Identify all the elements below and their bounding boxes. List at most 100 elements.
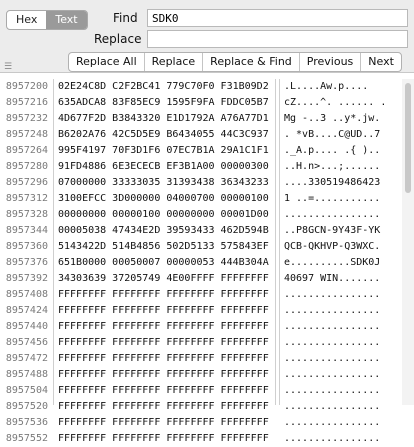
hex-row[interactable]: 895729607000000 33333035 31393438 363432…	[0, 175, 414, 191]
vertical-scrollbar[interactable]	[402, 79, 414, 405]
hex-row[interactable]: 8957504 FFFFFFFF FFFFFFFF FFFFFFFF FFFFFF…	[0, 383, 414, 399]
row-hex-bytes[interactable]: FFFFFFFF FFFFFFFF FFFFFFFF FFFFFFFF	[58, 351, 269, 367]
row-text[interactable]: ................	[284, 303, 380, 319]
row-hex-bytes[interactable]: FFFFFFFF FFFFFFFF FFFFFFFF FFFFFFFF	[58, 431, 269, 447]
row-hex-bytes[interactable]: 635ADCA8 83F85EC9 1595F9FA FDDC05B7	[58, 95, 269, 111]
row-offset: 8957456	[0, 335, 48, 351]
hex-grid[interactable]: 8957200 02E24C8D C2F2BC41 779C70F0 F31B09…	[0, 79, 414, 447]
row-hex-bytes[interactable]: FFFFFFFF FFFFFFFF FFFFFFFF FFFFFFFF	[58, 303, 269, 319]
previous-button[interactable]: Previous	[300, 53, 362, 71]
hex-row[interactable]: 8957424 FFFFFFFF FFFFFFFF FFFFFFFF FFFFFF…	[0, 303, 414, 319]
row-hex-bytes[interactable]: FFFFFFFF FFFFFFFF FFFFFFFF FFFFFFFF	[58, 383, 269, 399]
hex-row[interactable]: 8957472 FFFFFFFF FFFFFFFF FFFFFFFF FFFFFF…	[0, 351, 414, 367]
hex-row[interactable]: 8957200 02E24C8D C2F2BC41 779C70F0 F31B09…	[0, 79, 414, 95]
row-text[interactable]: ................	[284, 415, 380, 431]
row-hex-bytes[interactable]: 4D677F2D B3843320 E1D1792A A76A77D1	[58, 111, 269, 127]
panel-grip-icon[interactable]: ☰	[4, 62, 12, 72]
replace-field[interactable]	[147, 30, 408, 48]
row-offset: 8957520	[0, 399, 48, 415]
row-hex-bytes[interactable]: 00000000 00000100 00000000 00001D00	[58, 207, 269, 223]
row-text[interactable]: e..........SDK0J	[284, 255, 380, 271]
hex-row[interactable]: 8957376 651B0000 00050007 00000053 444B30…	[0, 255, 414, 271]
row-offset: 8957264	[0, 143, 48, 159]
row-offset: 8957200	[0, 79, 48, 95]
row-text[interactable]: ................	[284, 383, 380, 399]
row-hex-bytes[interactable]: 00005038 47434E2D 39593433 462D594B	[58, 223, 269, 239]
scroll-thumb[interactable]	[405, 83, 411, 193]
hex-row[interactable]: 8957216 635ADCA8 83F85EC9 1595F9FA FDDC05…	[0, 95, 414, 111]
row-offset: 8957504	[0, 383, 48, 399]
hex-row[interactable]: 8957360 5143422D 514B4856 502D5133 575843…	[0, 239, 414, 255]
row-offset: 8957536	[0, 415, 48, 431]
row-hex-bytes[interactable]: 34303639 37205749 4E00FFFF FFFFFFFF	[58, 271, 269, 287]
row-hex-bytes[interactable]: FFFFFFFF FFFFFFFF FFFFFFFF FFFFFFFF	[58, 335, 269, 351]
row-hex-bytes[interactable]: FFFFFFFF FFFFFFFF FFFFFFFF FFFFFFFF	[58, 319, 269, 335]
row-text[interactable]: 40697 WIN.......	[284, 271, 380, 287]
row-text[interactable]: ._A.p.... .{ )..	[284, 143, 380, 159]
replace-and-find-button[interactable]: Replace & Find	[203, 53, 300, 71]
hex-row[interactable]: 8957248B6202A76 42C5D5E9 B6434055 44C3C9…	[0, 127, 414, 143]
hex-row[interactable]: 8957232 4D677F2D B3843320 E1D1792A A76A77…	[0, 111, 414, 127]
row-text[interactable]: .L....Aw.p....	[284, 79, 368, 95]
row-text[interactable]: cZ....^. ...... .	[284, 95, 386, 111]
text-mode-button[interactable]: Text	[46, 11, 86, 29]
row-offset: 8957376	[0, 255, 48, 271]
row-hex-bytes[interactable]: 3100EFCC 3D000000 04000700 00000100	[58, 191, 269, 207]
next-button[interactable]: Next	[361, 53, 401, 71]
row-offset: 8957280	[0, 159, 48, 175]
row-text[interactable]: ................	[284, 351, 380, 367]
row-hex-bytes[interactable]: 651B0000 00050007 00000053 444B304A	[58, 255, 269, 271]
row-offset: 8957424	[0, 303, 48, 319]
hex-row[interactable]: 8957552 FFFFFFFF FFFFFFFF FFFFFFFF FFFFFF…	[0, 431, 414, 447]
hex-row[interactable]: 895732800000000 00000100 00000000 00001D…	[0, 207, 414, 223]
row-offset: 8957552	[0, 431, 48, 447]
row-offset: 8957232	[0, 111, 48, 127]
hex-row[interactable]: 8957520 FFFFFFFF FFFFFFFF FFFFFFFF FFFFFF…	[0, 399, 414, 415]
hex-row[interactable]: 89573123100EFCC 3D000000 04000700 000001…	[0, 191, 414, 207]
find-label: Find	[113, 11, 138, 25]
row-text[interactable]: 1 ..=...........	[284, 191, 380, 207]
hex-row[interactable]: 8957408FFFFFFFF FFFFFFFF FFFFFFFF FFFFFF…	[0, 287, 414, 303]
row-offset: 8957360	[0, 239, 48, 255]
hex-row[interactable]: 8957440FFFFFFFF FFFFFFFF FFFFFFFF FFFFFF…	[0, 319, 414, 335]
row-hex-bytes[interactable]: 02E24C8D C2F2BC41 779C70F0 F31B09D2	[58, 79, 269, 95]
row-hex-bytes[interactable]: 91FD4886 6E3ECECB EF3B1A00 00000300	[58, 159, 269, 175]
row-text[interactable]: ................	[284, 319, 380, 335]
row-hex-bytes[interactable]: FFFFFFFF FFFFFFFF FFFFFFFF FFFFFFFF	[58, 287, 269, 303]
row-offset: 8957344	[0, 223, 48, 239]
row-hex-bytes[interactable]: 5143422D 514B4856 502D5133 575843EF	[58, 239, 269, 255]
row-text[interactable]: ................	[284, 335, 380, 351]
row-text[interactable]: ..P8GCN-9Y43F-YK	[284, 223, 380, 239]
row-hex-bytes[interactable]: FFFFFFFF FFFFFFFF FFFFFFFF FFFFFFFF	[58, 415, 269, 431]
row-hex-bytes[interactable]: 07000000 33333035 31393438 36343233	[58, 175, 269, 191]
row-hex-bytes[interactable]: FFFFFFFF FFFFFFFF FFFFFFFF FFFFFFFF	[58, 399, 269, 415]
row-text[interactable]: . *vB....C@UD..7	[284, 127, 380, 143]
replace-button[interactable]: Replace	[145, 53, 204, 71]
hex-row[interactable]: 8957280 91FD4886 6E3ECECB EF3B1A00 000003…	[0, 159, 414, 175]
row-text[interactable]: ....330519486423	[284, 175, 380, 191]
hex-row[interactable]: 8957536 FFFFFFFF FFFFFFFF FFFFFFFF FFFFFF…	[0, 415, 414, 431]
hex-row[interactable]: 8957456 FFFFFFFF FFFFFFFF FFFFFFFF FFFFFF…	[0, 335, 414, 351]
row-hex-bytes[interactable]: 995F4197 70F3D1F6 07EC7B1A 29A1C1F1	[58, 143, 269, 159]
row-hex-bytes[interactable]: B6202A76 42C5D5E9 B6434055 44C3C937	[58, 127, 269, 143]
find-field[interactable]: SDK0	[147, 9, 408, 27]
row-offset: 8957472	[0, 351, 48, 367]
row-offset: 8957216	[0, 95, 48, 111]
hex-row[interactable]: 8957488FFFFFFFF FFFFFFFF FFFFFFFF FFFFFF…	[0, 367, 414, 383]
row-hex-bytes[interactable]: FFFFFFFF FFFFFFFF FFFFFFFF FFFFFFFF	[58, 367, 269, 383]
hex-row[interactable]: 8957264 995F4197 70F3D1F6 07EC7B1A 29A1C1…	[0, 143, 414, 159]
row-text[interactable]: ................	[284, 207, 380, 223]
hex-row[interactable]: 8957344 00005038 47434E2D 39593433 462D59…	[0, 223, 414, 239]
hex-row[interactable]: 895739234303639 37205749 4E00FFFF FFFFFF…	[0, 271, 414, 287]
row-text[interactable]: ................	[284, 287, 380, 303]
row-text[interactable]: Mg -..3 ..y*.jw.	[284, 111, 380, 127]
row-text[interactable]: ..H.n>...;......	[284, 159, 380, 175]
hex-mode-button[interactable]: Hex	[7, 11, 46, 29]
replace-label: Replace	[94, 32, 141, 46]
row-text[interactable]: ................	[284, 367, 380, 383]
find-buttons-group: Replace All Replace Replace & Find Previ…	[68, 52, 402, 72]
row-text[interactable]: QCB-QKHVP-Q3WXC.	[284, 239, 380, 255]
row-text[interactable]: ................	[284, 399, 380, 415]
row-text[interactable]: ................	[284, 431, 380, 447]
replace-all-button[interactable]: Replace All	[69, 53, 145, 71]
